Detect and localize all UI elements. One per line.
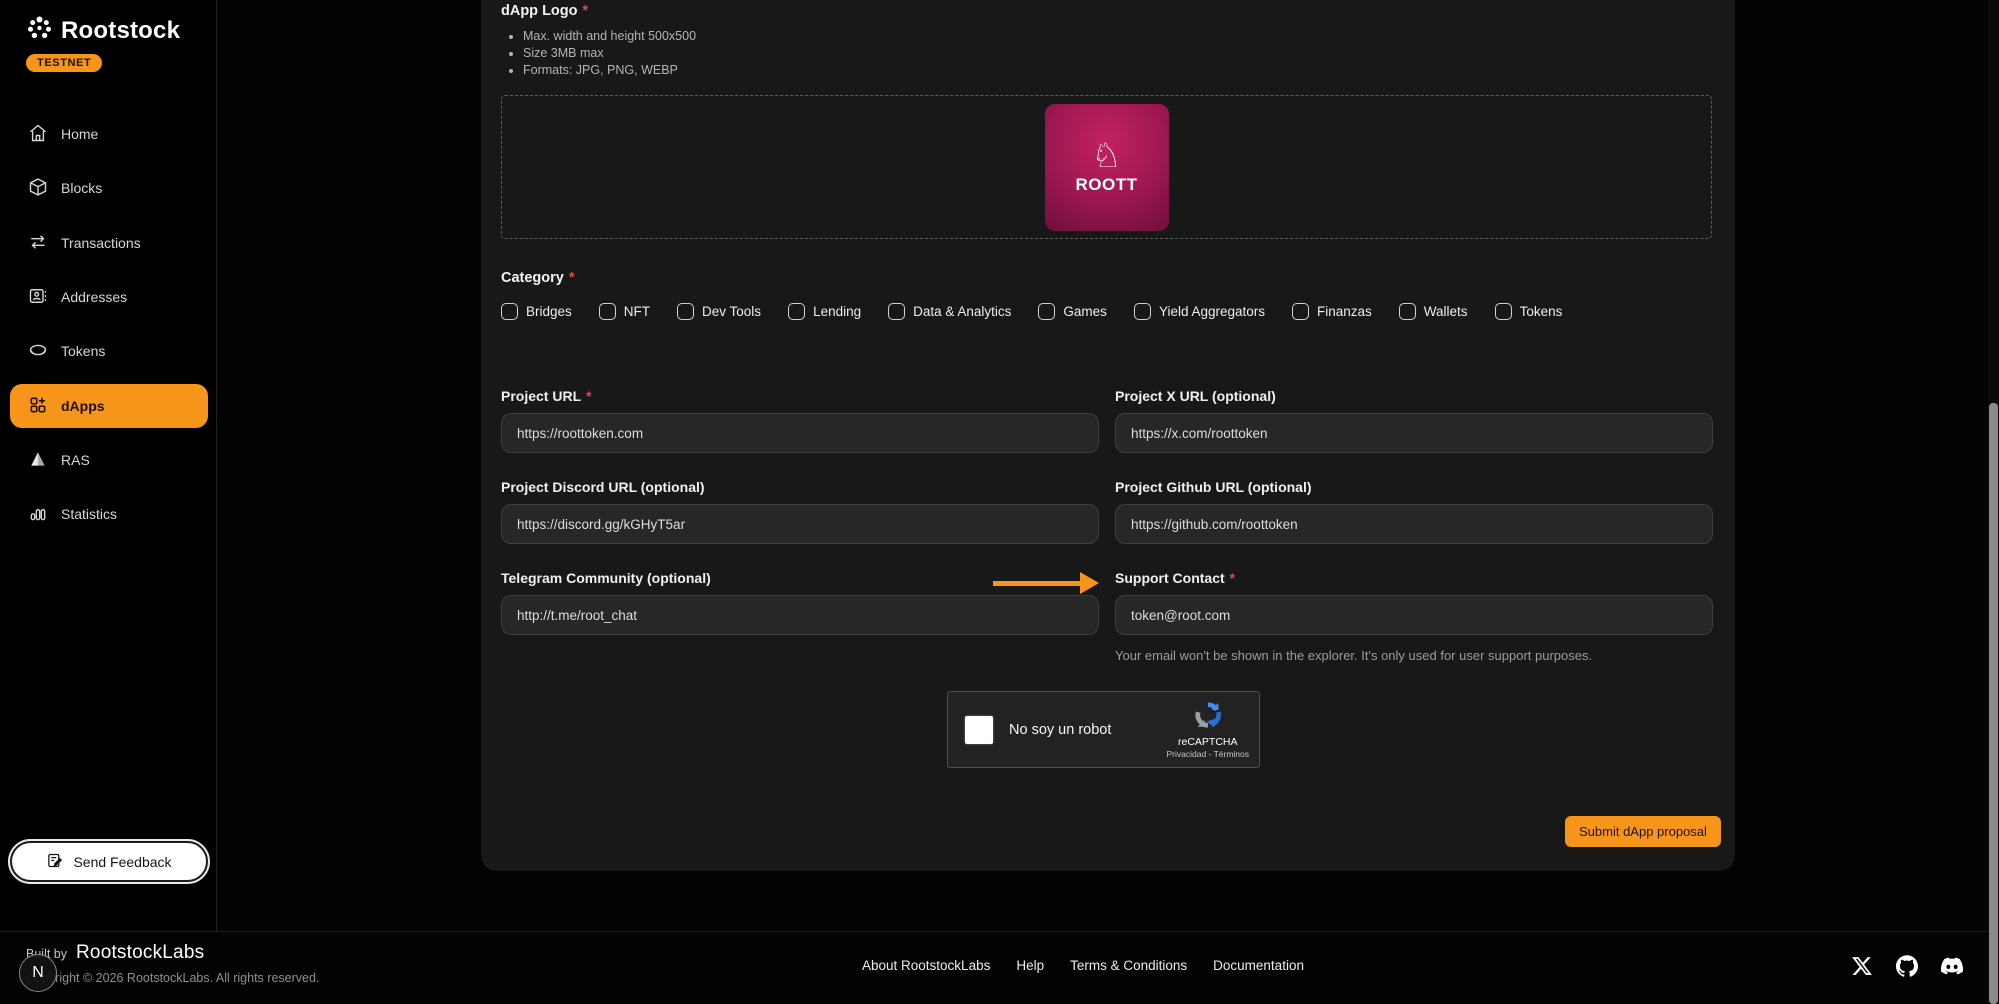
telegram-community-input[interactable] (501, 595, 1099, 635)
sidebar-item-dapps[interactable]: dApps (10, 384, 208, 428)
category-checkbox-finanzas[interactable]: Finanzas (1292, 303, 1372, 320)
recaptcha-brand: reCAPTCHA Privacidad - Términos (1166, 700, 1249, 759)
coin-icon (28, 340, 48, 363)
footer-link-documentation[interactable]: Documentation (1213, 958, 1304, 973)
copyright-text: Copyright © 2026 RootstockLabs. All righ… (26, 971, 319, 985)
logo-requirements: Max. width and height 500x500 Size 3MB m… (523, 28, 1713, 79)
dapp-proposal-form-panel: dApp Logo* Max. width and height 500x500… (481, 0, 1735, 871)
dapp-logo-label: dApp Logo* (501, 3, 1713, 19)
checkbox-icon (1292, 303, 1309, 320)
testnet-badge: TESTNET (26, 54, 102, 72)
project-github-url-input[interactable] (1115, 504, 1713, 544)
field-project-x-url: Project X URL (optional) (1115, 388, 1713, 453)
brand-name: Rootstock (61, 17, 180, 45)
captcha-checkbox[interactable] (965, 716, 993, 744)
footer-social (1850, 954, 1964, 978)
checkbox-icon (677, 303, 694, 320)
captcha-privacy-terms-links[interactable]: Privacidad - Términos (1166, 749, 1249, 759)
logo-upload-dropzone[interactable]: ♘ ROOTT (501, 95, 1712, 239)
sidebar-item-blocks[interactable]: Blocks (10, 166, 208, 210)
url-fields-grid: Project URL* Project X URL (optional) Pr… (501, 388, 1713, 663)
sidebar-item-addresses[interactable]: Addresses (10, 275, 208, 319)
category-options: Bridges NFT Dev Tools Lending Data & Ana… (501, 303, 1713, 320)
scrollbar-thumb[interactable] (1989, 403, 1998, 1004)
submit-dapp-proposal-button[interactable]: Submit dApp proposal (1565, 816, 1721, 847)
project-discord-url-input[interactable] (501, 504, 1099, 544)
knight-icon: ♘ (1091, 139, 1121, 173)
dapp-logo-preview-text: ROOTT (1076, 175, 1138, 195)
github-icon[interactable] (1895, 954, 1919, 978)
send-feedback-button[interactable]: Send Feedback (10, 841, 208, 882)
sidebar: Rootstock TESTNET Home Blocks Transactio… (0, 0, 217, 931)
field-project-github-url: Project Github URL (optional) (1115, 479, 1713, 544)
bar-chart-icon (28, 503, 48, 526)
logo-requirement: Formats: JPG, PNG, WEBP (523, 62, 1713, 79)
support-contact-note: Your email won't be shown in the explore… (1115, 648, 1713, 663)
discord-icon[interactable] (1940, 954, 1964, 978)
transfer-arrows-icon (28, 232, 48, 255)
logo-requirement: Size 3MB max (523, 45, 1713, 62)
field-support-contact: Support Contact* Your email won't be sho… (1115, 570, 1713, 663)
sidebar-item-statistics[interactable]: Statistics (10, 492, 208, 536)
category-checkbox-tokens[interactable]: Tokens (1495, 303, 1563, 320)
category-checkbox-bridges[interactable]: Bridges (501, 303, 572, 320)
sidebar-item-tokens[interactable]: Tokens (10, 329, 208, 373)
sidebar-item-home[interactable]: Home (10, 112, 208, 156)
x-twitter-icon[interactable] (1850, 954, 1874, 978)
checkbox-icon (1038, 303, 1055, 320)
sidebar-item-ras[interactable]: RAS (10, 438, 208, 482)
checkbox-icon (888, 303, 905, 320)
checkbox-icon (1495, 303, 1512, 320)
feedback-note-icon (46, 852, 63, 872)
category-checkbox-data-analytics[interactable]: Data & Analytics (888, 303, 1011, 320)
footer-links: About RootstockLabs Help Terms & Conditi… (862, 958, 1304, 973)
captcha-label: No soy un robot (1009, 722, 1111, 738)
recaptcha-widget: No soy un robot reCAPTCHA Privacidad - T… (947, 691, 1260, 768)
rootstock-logo-icon (26, 15, 53, 47)
mountain-icon (28, 449, 48, 472)
checkbox-icon (788, 303, 805, 320)
footer: Built by RootstockLabs Copyright © 2026 … (0, 931, 1999, 1004)
field-project-discord-url: Project Discord URL (optional) (501, 479, 1099, 544)
home-icon (28, 123, 48, 146)
footer-link-terms[interactable]: Terms & Conditions (1070, 958, 1187, 973)
recaptcha-logo-icon (1193, 700, 1223, 735)
support-contact-input[interactable] (1115, 595, 1713, 635)
dapp-logo-preview: ♘ ROOTT (1045, 104, 1169, 231)
category-label: Category* (501, 270, 1713, 286)
dapps-grid-plus-icon (28, 395, 48, 418)
sidebar-item-transactions[interactable]: Transactions (10, 221, 208, 265)
category-checkbox-dev-tools[interactable]: Dev Tools (677, 303, 761, 320)
contact-card-icon (28, 286, 48, 309)
logo-requirement: Max. width and height 500x500 (523, 28, 1713, 45)
category-checkbox-yield-aggregators[interactable]: Yield Aggregators (1134, 303, 1265, 320)
footer-link-about[interactable]: About RootstockLabs (862, 958, 990, 973)
annotation-arrow-icon (993, 572, 1099, 594)
checkbox-icon (1134, 303, 1151, 320)
category-checkbox-wallets[interactable]: Wallets (1399, 303, 1468, 320)
field-project-url: Project URL* (501, 388, 1099, 453)
checkbox-icon (501, 303, 518, 320)
category-checkbox-games[interactable]: Games (1038, 303, 1107, 320)
brand[interactable]: Rootstock TESTNET (26, 15, 180, 72)
project-url-input[interactable] (501, 413, 1099, 453)
category-checkbox-nft[interactable]: NFT (599, 303, 650, 320)
cursor-avatar-badge: N (19, 954, 57, 992)
main-region: Rootstock TESTNET Home Blocks Transactio… (0, 0, 1999, 931)
page-scrollbar (1988, 0, 1999, 1004)
footer-link-help[interactable]: Help (1016, 958, 1044, 973)
checkbox-icon (599, 303, 616, 320)
cube-icon (28, 177, 48, 200)
checkbox-icon (1399, 303, 1416, 320)
category-checkbox-lending[interactable]: Lending (788, 303, 861, 320)
footer-brand[interactable]: RootstockLabs (76, 942, 204, 964)
project-x-url-input[interactable] (1115, 413, 1713, 453)
